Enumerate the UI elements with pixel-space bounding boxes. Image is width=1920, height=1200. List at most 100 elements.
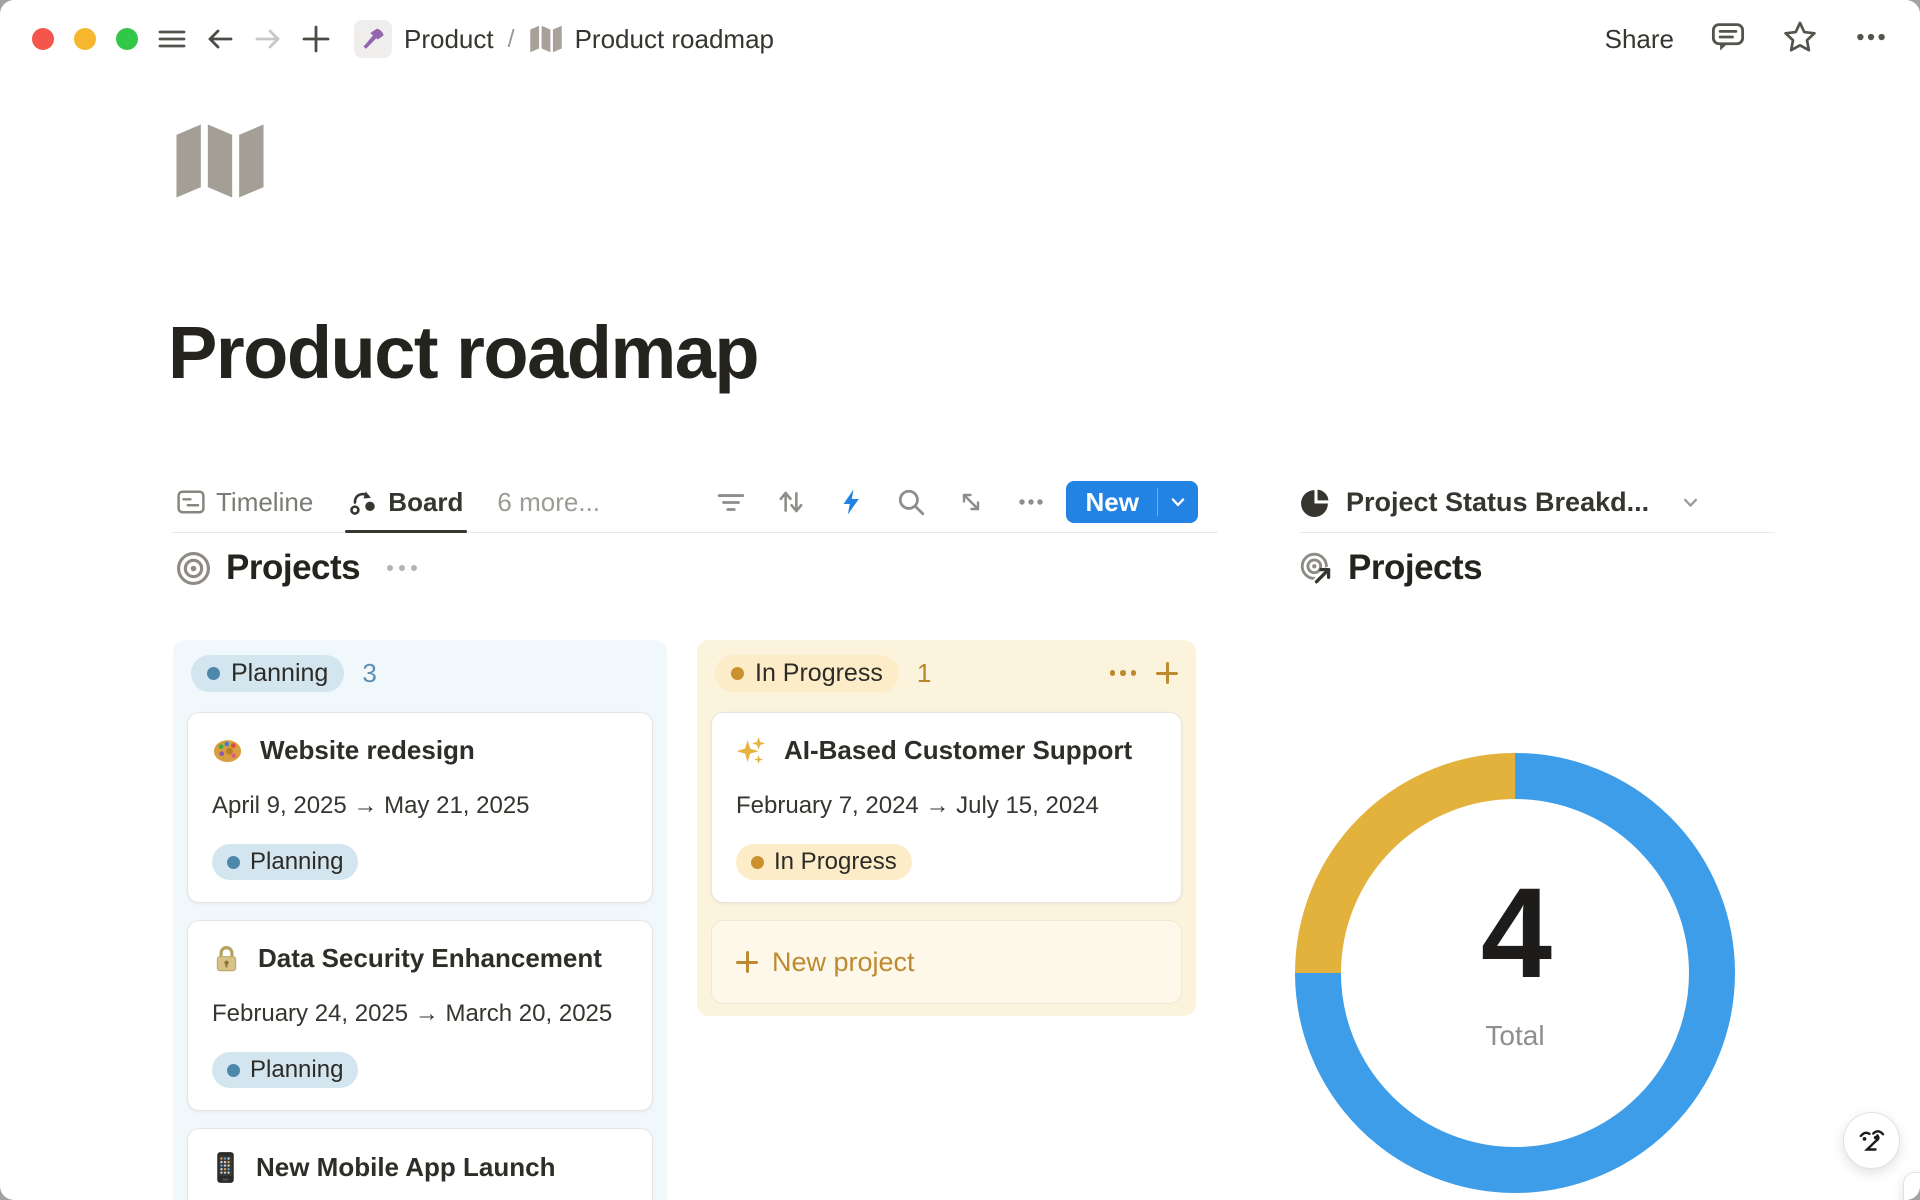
section-options-button[interactable]: [387, 565, 417, 571]
card-date-range: February 7, 2024 → July 15, 2024: [736, 792, 1157, 820]
status-dot: [731, 667, 744, 680]
chart-section-title: Projects: [1300, 548, 1482, 588]
tab-label: Board: [388, 487, 463, 518]
hamburger-icon: [157, 24, 187, 54]
section-label[interactable]: Projects: [226, 548, 360, 588]
new-button-dropdown[interactable]: [1158, 481, 1198, 523]
forward-arrow-icon: [253, 24, 283, 54]
share-button[interactable]: Share: [1605, 24, 1674, 55]
status-breakdown-chart[interactable]: 4 Total: [1295, 753, 1735, 1193]
card-date-range: February 24, 2025 → March 20, 2025: [212, 1000, 628, 1028]
card-title: New Mobile App Launch: [256, 1152, 555, 1183]
card-website-redesign[interactable]: Website redesign April 9, 2025 → May 21,…: [187, 712, 653, 903]
tab-timeline[interactable]: Timeline: [173, 472, 317, 532]
breadcrumb-separator: /: [508, 25, 515, 54]
comments-button[interactable]: [1710, 19, 1746, 60]
ai-face-icon: [1857, 1126, 1887, 1156]
view-actions: [714, 485, 1048, 519]
new-button[interactable]: New: [1066, 481, 1157, 523]
card-title: AI-Based Customer Support: [784, 735, 1132, 766]
new-project-label: New project: [772, 947, 915, 978]
sparkles-icon: [736, 735, 767, 766]
card-status-tag: In Progress: [736, 844, 912, 880]
view-options-button[interactable]: [1014, 485, 1048, 519]
map-icon: [529, 24, 563, 54]
sort-icon: [776, 487, 806, 517]
palette-icon: [212, 735, 243, 766]
back-button[interactable]: [200, 19, 240, 59]
column-count: 1: [917, 658, 931, 689]
card-ai-customer-support[interactable]: AI-Based Customer Support February 7, 20…: [711, 712, 1182, 903]
sidebar-menu-button[interactable]: [152, 19, 192, 59]
view-toolbar: Timeline Board 6 more...: [173, 472, 1218, 533]
breadcrumb-workspace-label[interactable]: Product: [404, 24, 494, 55]
plus-icon: [301, 24, 331, 54]
more-options-button[interactable]: [1854, 20, 1888, 59]
card-data-security[interactable]: Data Security Enhancement February 24, 2…: [187, 920, 653, 1111]
tab-board[interactable]: Board: [345, 472, 467, 532]
comment-icon: [1710, 19, 1746, 55]
search-button[interactable]: [894, 485, 928, 519]
expand-button[interactable]: [954, 485, 988, 519]
page-title[interactable]: Product roadmap: [168, 310, 758, 395]
card-status-tag: Planning: [212, 844, 358, 880]
status-label: Planning: [250, 848, 343, 876]
app-window: Product / Product roadmap Share Product …: [0, 0, 1920, 1200]
filter-button[interactable]: [714, 485, 748, 519]
board-section-title: Projects: [176, 548, 417, 588]
ellipsis-icon: [1016, 487, 1046, 517]
page-icon-button[interactable]: [173, 116, 267, 206]
minimize-window-button[interactable]: [74, 28, 96, 50]
section-label[interactable]: Projects: [1348, 548, 1482, 588]
column-status-pill[interactable]: In Progress: [715, 655, 899, 692]
nav-controls: [152, 19, 336, 59]
status-label: In Progress: [774, 848, 897, 876]
donut-total-label: Total: [1485, 1020, 1544, 1052]
board-column-planning: Planning 3 Website redesign April 9, 202…: [173, 640, 667, 1200]
sort-button[interactable]: [774, 485, 808, 519]
board-view: Planning 3 Website redesign April 9, 202…: [173, 640, 1196, 1200]
donut-center: 4 Total: [1295, 741, 1735, 1181]
column-name: In Progress: [755, 659, 883, 688]
chevron-down-icon[interactable]: [1678, 490, 1703, 515]
expand-icon: [957, 488, 985, 516]
lightning-icon: [837, 487, 865, 517]
titlebar: Product / Product roadmap Share: [0, 0, 1920, 78]
tab-label: Timeline: [216, 487, 313, 518]
zoom-window-button[interactable]: [116, 28, 138, 50]
status-label: Planning: [250, 1056, 343, 1084]
status-dot: [227, 1064, 240, 1077]
card-status-tag: Planning: [212, 1052, 358, 1088]
map-icon: [173, 116, 267, 206]
column-status-pill[interactable]: Planning: [191, 655, 344, 692]
new-page-button[interactable]: [296, 19, 336, 59]
favorite-button[interactable]: [1782, 19, 1818, 60]
filter-icon: [716, 487, 746, 517]
ellipsis-icon: [1854, 20, 1888, 54]
new-project-button[interactable]: New project: [711, 920, 1182, 1004]
titlebar-actions: Share: [1605, 19, 1888, 60]
column-options-button[interactable]: [1110, 670, 1137, 676]
help-button[interactable]: [1903, 1172, 1920, 1200]
back-arrow-icon: [205, 24, 235, 54]
search-icon: [896, 487, 926, 517]
chart-view-tab[interactable]: Project Status Breakd...: [1346, 487, 1649, 518]
close-window-button[interactable]: [32, 28, 54, 50]
column-name: Planning: [231, 659, 328, 688]
notion-ai-button[interactable]: [1843, 1112, 1900, 1169]
column-add-button[interactable]: [1156, 662, 1178, 684]
breadcrumb-workspace-item[interactable]: [354, 20, 392, 58]
column-header: In Progress 1: [715, 654, 1178, 692]
automations-button[interactable]: [834, 485, 868, 519]
new-button-group: New: [1066, 481, 1198, 523]
column-count: 3: [362, 658, 376, 689]
more-views-button[interactable]: 6 more...: [497, 487, 600, 518]
breadcrumb-page-label[interactable]: Product roadmap: [575, 24, 774, 55]
plus-icon: [736, 951, 758, 973]
card-mobile-app-launch[interactable]: New Mobile App Launch May 1, 2025 → May …: [187, 1128, 653, 1200]
forward-button[interactable]: [248, 19, 288, 59]
chart-view-header: Project Status Breakd...: [1300, 472, 1775, 533]
chevron-down-icon: [1166, 490, 1190, 514]
donut-total-value: 4: [1481, 870, 1549, 998]
board-icon: [349, 488, 377, 516]
